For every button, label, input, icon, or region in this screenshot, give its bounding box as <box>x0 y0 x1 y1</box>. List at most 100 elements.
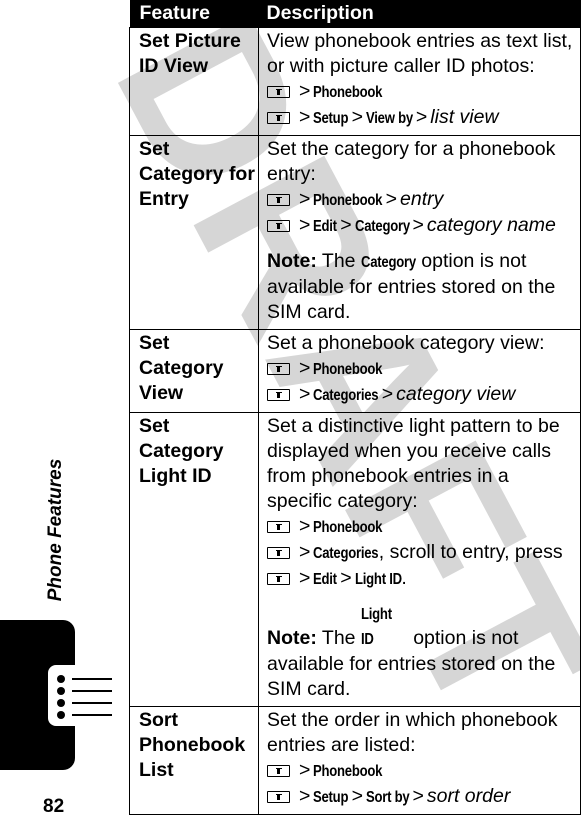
path-separator: > <box>299 357 311 379</box>
menu-command: Phonebook <box>313 192 383 209</box>
header-feature: Feature <box>129 0 259 28</box>
menu-command: Sort by <box>366 789 410 806</box>
note: Note: The Light ID option is not availab… <box>267 602 578 702</box>
menu-command: View by <box>366 110 413 127</box>
note-text: The <box>321 250 356 272</box>
note-text: The <box>321 627 356 649</box>
phonebook-list-icon <box>48 665 112 726</box>
menu-key-icon <box>267 389 290 401</box>
description-text: Set a phonebook category view: <box>267 332 545 354</box>
table-row: Set Picture ID View View phonebook entrie… <box>129 27 581 136</box>
menu-key-icon <box>267 194 290 206</box>
menu-command: Light ID <box>354 571 402 588</box>
menu-path: > Setup > Sort by > sort order <box>267 784 578 810</box>
feature-description: Set a distinctive light pattern to be di… <box>258 412 581 707</box>
path-trailing-text: . <box>401 567 407 589</box>
menu-key-icon <box>267 86 290 98</box>
path-separator: > <box>415 106 428 128</box>
menu-path: > Categories, scroll to entry, press <box>267 540 578 566</box>
table-row: Set Category Light ID Set a distinctive l… <box>129 412 581 707</box>
menu-key-icon <box>267 112 290 124</box>
menu-key-icon <box>267 363 290 375</box>
list-row-icon <box>57 687 112 695</box>
menu-command: Light ID <box>360 606 392 648</box>
menu-command: Edit <box>313 571 338 588</box>
path-separator: > <box>340 567 352 589</box>
menu-command: Edit <box>313 218 338 235</box>
note: Note: The Category option is not availab… <box>267 249 578 325</box>
path-separator: > <box>412 785 424 807</box>
feature-description: View phonebook entries as text list, or … <box>258 27 581 136</box>
path-separator: > <box>351 785 363 807</box>
feature-description: Set the order in which phonebook entries… <box>258 706 581 815</box>
menu-path: > Phonebook > entry <box>267 187 578 213</box>
path-separator: > <box>340 214 352 236</box>
path-separator: > <box>299 541 311 563</box>
menu-command: Setup <box>313 789 349 806</box>
menu-path: > Phonebook <box>267 514 578 540</box>
description-text: View phonebook entries as text list, or … <box>267 30 573 77</box>
path-separator: > <box>299 188 311 210</box>
description-text: Set the order in which phonebook entries… <box>267 709 558 756</box>
feature-description: Set the category for a phonebook entry: >… <box>258 135 581 330</box>
menu-option-placeholder: category name <box>426 214 556 236</box>
menu-command: Phonebook <box>313 361 383 378</box>
feature-name: Sort Phonebook List <box>129 706 259 815</box>
menu-command: Categories <box>313 387 379 404</box>
description-text: Set the category for a phonebook entry: <box>267 138 556 185</box>
description-text: Set a distinctive light pattern to be di… <box>267 415 560 512</box>
feature-description: Set a phonebook category view: > Phonebook… <box>258 329 581 413</box>
header-description: Description <box>258 0 581 28</box>
menu-command: Phonebook <box>313 84 383 101</box>
menu-key-icon <box>267 765 290 777</box>
menu-key-icon <box>267 573 290 585</box>
path-separator: > <box>351 106 363 128</box>
note-label: Note: <box>267 627 317 649</box>
table-row: Sort Phonebook List Set the order in whic… <box>129 706 581 815</box>
feature-table: Feature Description Set Picture ID View V… <box>129 0 581 815</box>
menu-path: > Edit > Category > category name <box>267 213 578 239</box>
menu-path: > Phonebook <box>267 758 578 784</box>
path-separator: > <box>299 80 311 102</box>
menu-key-icon <box>267 521 290 533</box>
menu-path: > Phonebook <box>267 79 578 105</box>
menu-command: Category <box>360 254 416 271</box>
note-label: Note: <box>267 250 317 272</box>
path-separator: > <box>299 759 311 781</box>
menu-path: > Phonebook <box>267 356 578 382</box>
table-row: Set Category View Set a phonebook categor… <box>129 329 581 413</box>
feature-name: Set Category View <box>129 329 259 413</box>
path-trailing-text: , scroll to entry, press <box>378 541 563 563</box>
table-row: Set Category for Entry Set the category f… <box>129 135 581 330</box>
section-title: Phone Features <box>45 458 66 602</box>
path-separator: > <box>299 785 311 807</box>
menu-command: Categories <box>313 545 379 562</box>
menu-option-placeholder: list view <box>430 106 499 128</box>
path-separator: > <box>299 567 311 589</box>
path-separator: > <box>299 515 311 537</box>
feature-name: Set Category Light ID <box>129 412 259 707</box>
menu-command: Category <box>354 218 410 235</box>
path-separator: > <box>385 188 397 210</box>
path-separator: > <box>299 106 311 128</box>
menu-path: > Setup > View by > list view <box>267 105 578 131</box>
menu-option-placeholder: entry <box>400 188 444 210</box>
menu-key-icon <box>267 791 290 803</box>
feature-name: Set Picture ID View <box>129 27 259 136</box>
menu-option-placeholder: sort order <box>426 785 511 807</box>
list-row-icon <box>57 675 112 683</box>
list-row-icon <box>57 699 112 707</box>
menu-command: Setup <box>313 110 349 127</box>
menu-command: Phonebook <box>313 519 383 536</box>
feature-name: Set Category for Entry <box>129 135 259 330</box>
menu-key-icon <box>267 547 290 559</box>
path-separator: > <box>381 383 394 405</box>
menu-path: > Categories > category view <box>267 382 578 408</box>
path-separator: > <box>299 214 311 236</box>
menu-option-placeholder: category view <box>396 383 516 405</box>
menu-key-icon <box>267 220 290 232</box>
menu-path: > Edit > Light ID. <box>267 566 578 592</box>
path-separator: > <box>412 214 424 236</box>
menu-command: Phonebook <box>313 763 383 780</box>
table-header-row: Feature Description <box>129 0 581 28</box>
